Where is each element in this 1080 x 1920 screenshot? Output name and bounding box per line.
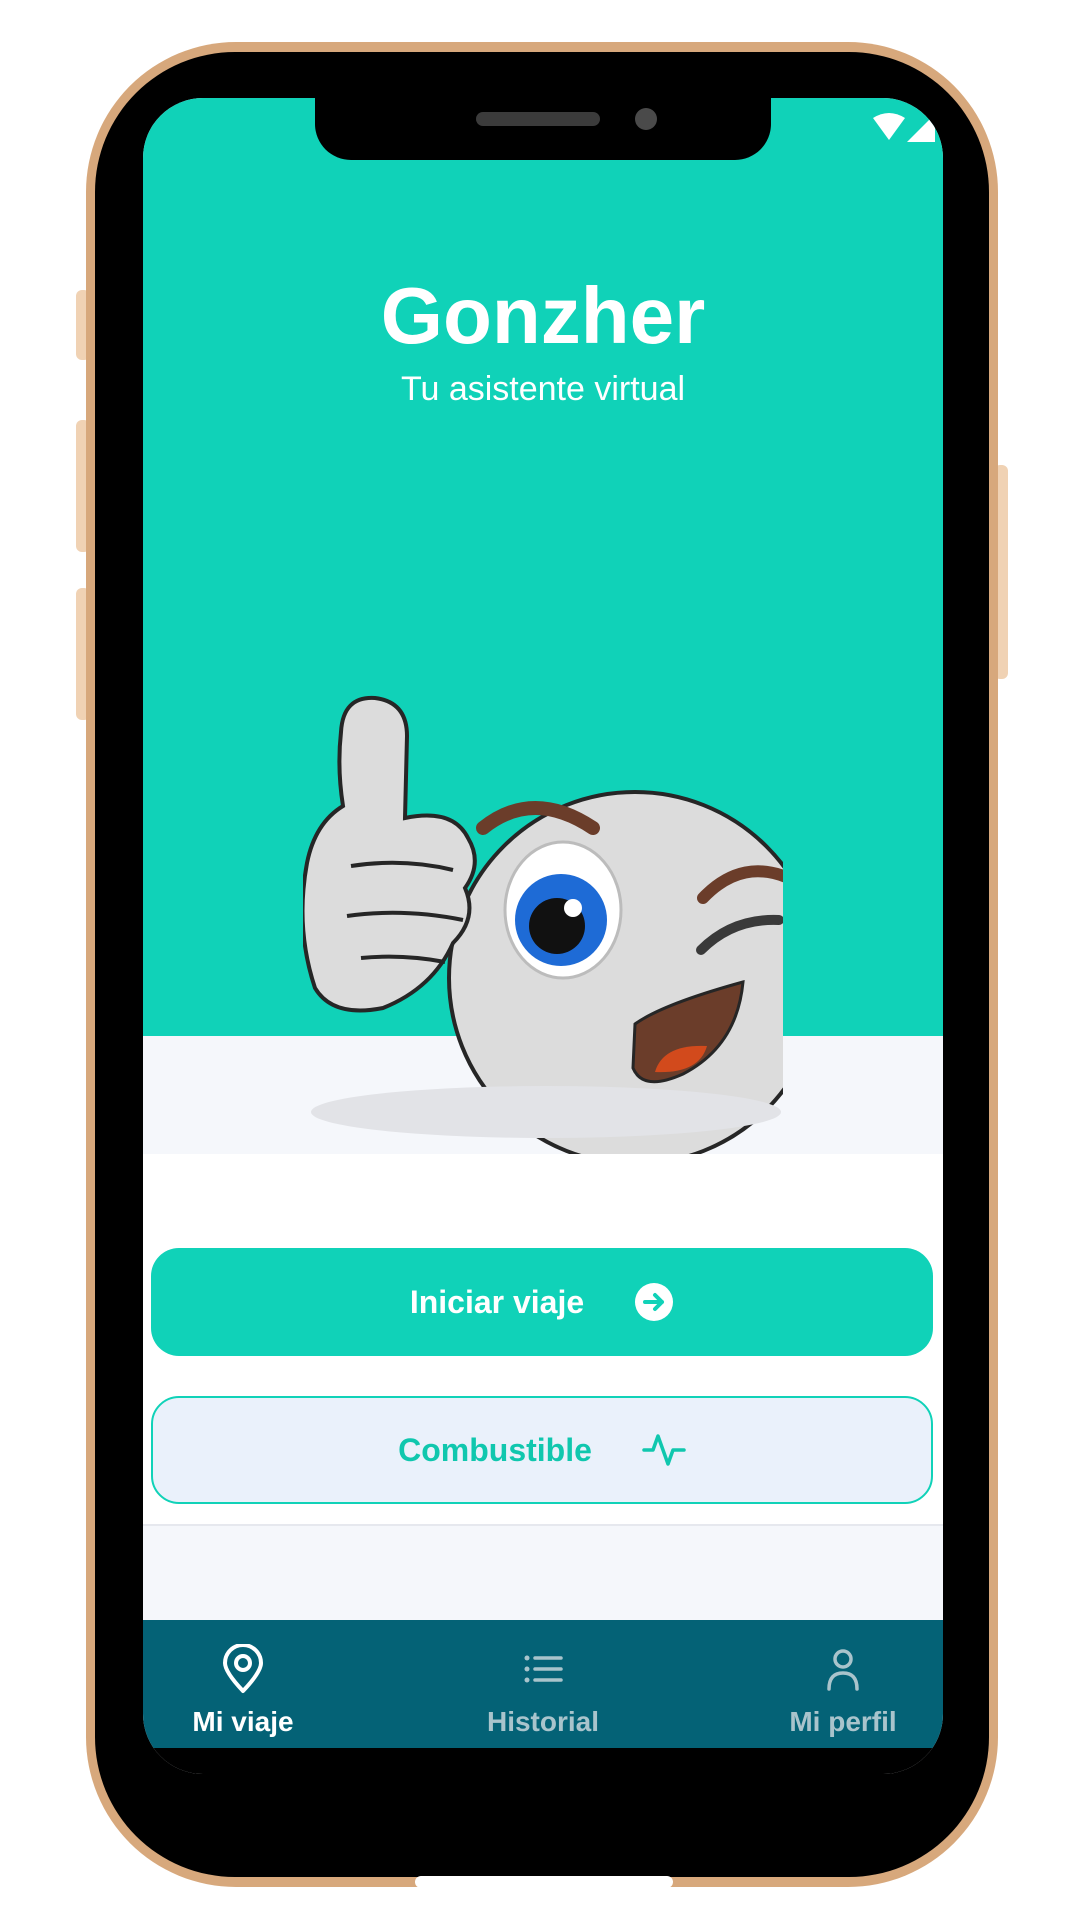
hero-section: Gonzher Tu asistente virtual bbox=[143, 98, 943, 1166]
list-icon bbox=[523, 1644, 563, 1694]
app-subtitle: Tu asistente virtual bbox=[400, 370, 686, 408]
home-indicator[interactable] bbox=[415, 1876, 673, 1888]
start-trip-label: Iniciar viaje bbox=[409, 1283, 585, 1320]
notch bbox=[315, 98, 771, 160]
section-divider bbox=[143, 1524, 943, 1526]
location-pin-icon bbox=[221, 1644, 265, 1694]
fuel-button[interactable]: Combustible bbox=[151, 1396, 933, 1504]
nav-item-historial[interactable]: Historial bbox=[443, 1620, 643, 1748]
nav-item-mi-perfil[interactable]: Mi perfil bbox=[743, 1620, 943, 1748]
app-title: Gonzher bbox=[380, 271, 706, 360]
home-indicator-area bbox=[143, 1748, 943, 1774]
mascot-shadow bbox=[311, 1086, 781, 1138]
arrow-right-circle-icon bbox=[635, 1283, 674, 1321]
app-screen: Gonzher Tu asistente virtual Iniciar via… bbox=[143, 98, 943, 1774]
person-icon bbox=[825, 1644, 861, 1694]
front-camera bbox=[635, 108, 657, 130]
wifi-signal-icon bbox=[873, 113, 935, 142]
bottom-navigation: Mi viaje Historial Mi perfil bbox=[143, 1620, 943, 1748]
status-bar-icons bbox=[871, 112, 935, 147]
actions-card: Iniciar viaje Combustible bbox=[143, 1154, 943, 1524]
nav-label-historial: Historial bbox=[486, 1706, 600, 1737]
nav-label-mi-viaje: Mi viaje bbox=[192, 1706, 294, 1737]
fuel-label: Combustible bbox=[398, 1431, 592, 1468]
nav-item-mi-viaje[interactable]: Mi viaje bbox=[143, 1620, 343, 1748]
start-trip-button[interactable]: Iniciar viaje bbox=[151, 1248, 933, 1356]
speaker-grille bbox=[476, 112, 600, 126]
nav-label-mi-perfil: Mi perfil bbox=[789, 1706, 897, 1737]
activity-icon bbox=[642, 1434, 686, 1466]
